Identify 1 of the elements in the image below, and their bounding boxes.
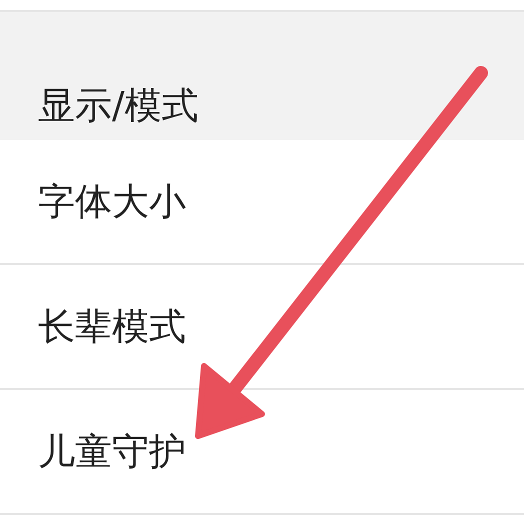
section-header: 显示/模式 [38,84,198,127]
